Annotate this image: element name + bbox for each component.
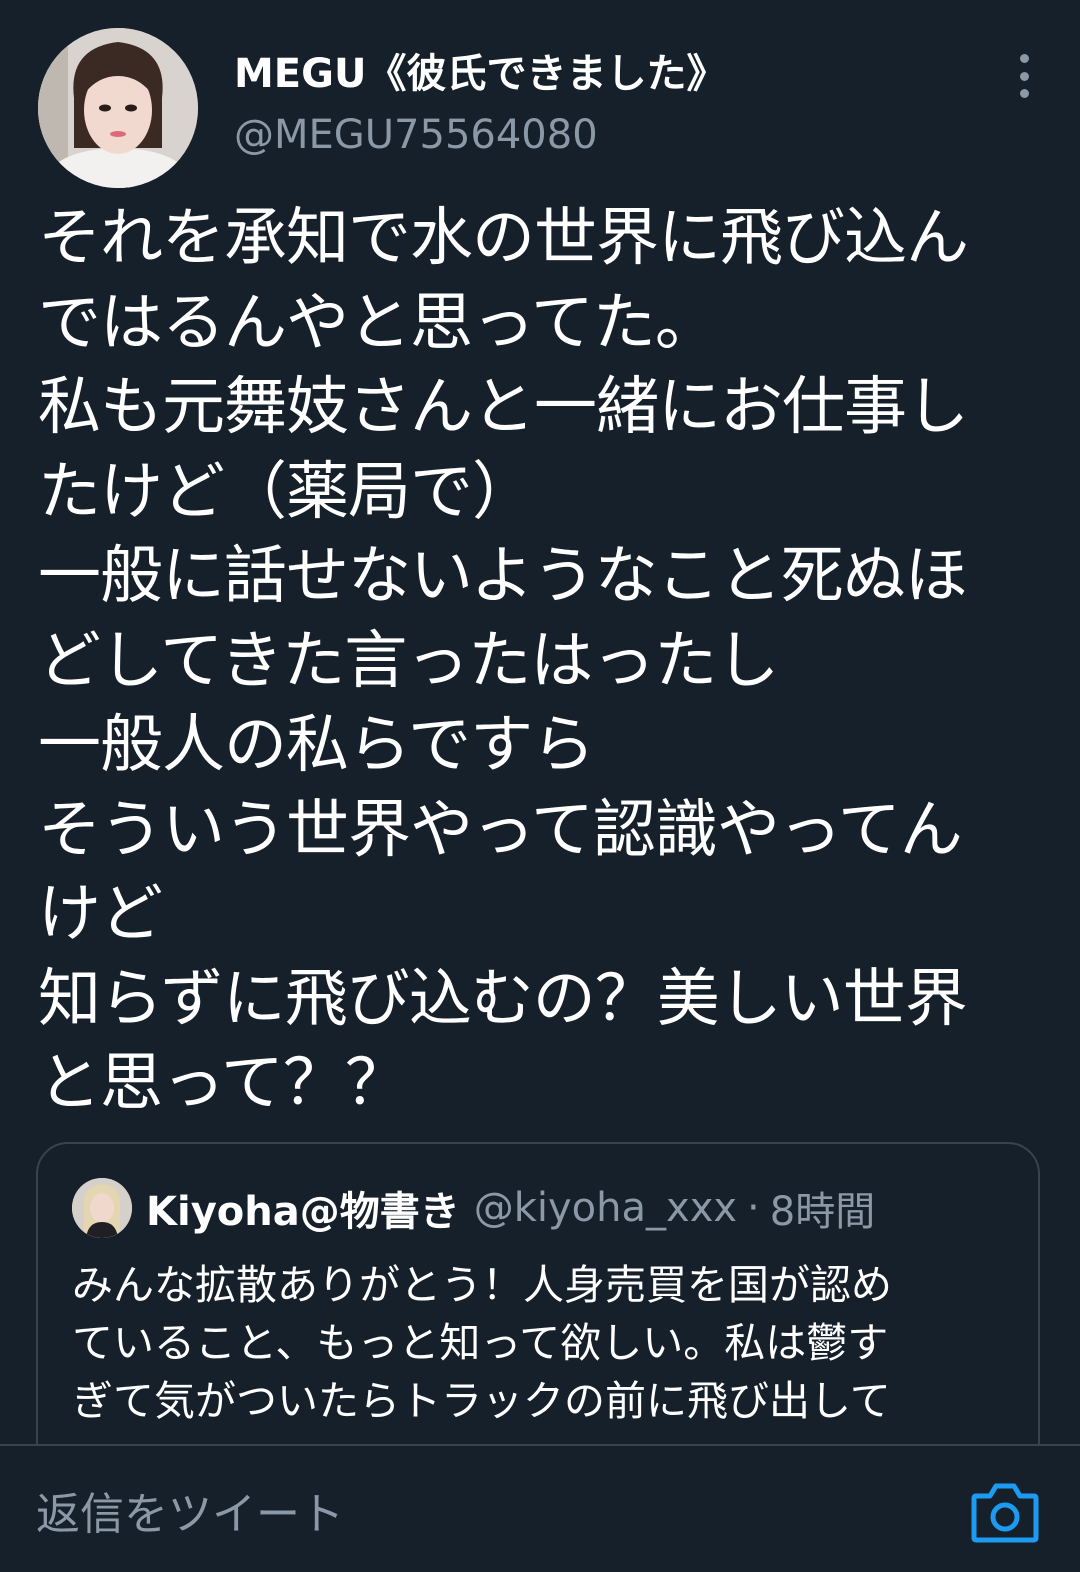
quoted-tweet-card[interactable]: Kiyoha@物書き @kiyoha_xxx · 8時間 みんな拡散ありがとう！… [36, 1142, 1040, 1482]
tweet-detail-page: MEGU《彼氏できました》 @MEGU75564080 それを承知で水の世界に飛… [0, 0, 1080, 1572]
quoted-avatar-photo [72, 1178, 132, 1238]
more-vertical-icon[interactable] [1006, 54, 1042, 98]
camera-icon[interactable] [970, 1482, 1040, 1544]
more-dot [1019, 54, 1029, 63]
quoted-text-line: みんな拡散ありがとう！人身売買を国が認め [72, 1261, 892, 1309]
separator-dot: · [747, 1185, 760, 1231]
tweet-text-line: ではるんやと思ってた。 [38, 285, 718, 359]
quoted-tweet-time: 8時間 [769, 1189, 876, 1235]
quoted-tweet-header: Kiyoha@物書き @kiyoha_xxx · 8時間 [72, 1178, 875, 1238]
tweet-text-line: 一般に話せないようなこと死ぬほ [38, 539, 968, 612]
author-avatar[interactable] [38, 28, 198, 188]
author-info: MEGU《彼氏できました》 @MEGU75564080 [234, 48, 726, 160]
tweet-text-line: どしてきた言ったはったし [38, 623, 779, 697]
quoted-author-avatar [72, 1178, 132, 1238]
tweet-text-line: と思って？？ [38, 1046, 408, 1119]
quoted-tweet-text: みんな拡散ありがとう！人身売買を国が認め ていること、もっと知って欲しい。私は鬱… [72, 1256, 1012, 1430]
reply-bar [0, 1444, 1080, 1572]
tweet-text-line: けど [38, 877, 163, 950]
tweet-text-line: 一般人の私らですら [38, 708, 595, 781]
quoted-text-line: ていること、もっと知って欲しい。私は鬱す [72, 1319, 889, 1367]
quoted-author-handle: @kiyoha_xxx [473, 1185, 738, 1231]
reply-input[interactable] [36, 1484, 916, 1544]
more-dot [1019, 89, 1029, 98]
author-display-name[interactable]: MEGU《彼氏できました》 [234, 48, 726, 100]
tweet-text-line: 私も元舞妓さんと一緒にお仕事し [38, 370, 969, 443]
tweet-text-line: たけど（薬局で） [38, 454, 535, 528]
tweet-header: MEGU《彼氏できました》 @MEGU75564080 [38, 28, 1042, 188]
author-handle[interactable]: @MEGU75564080 [234, 110, 726, 160]
more-dot [1019, 71, 1029, 81]
avatar-photo [38, 28, 198, 188]
tweet-text-line: そういう世界やって認識やってん [38, 792, 963, 866]
tweet-text: それを承知で水の世界に飛び込ん ではるんやと思ってた。 私も元舞妓さんと一緒にお… [38, 196, 1038, 1126]
tweet-text-line: それを承知で水の世界に飛び込ん [38, 201, 969, 274]
tweet-text-line: 知らずに飛び込むの？美しい世界 [38, 961, 968, 1035]
quoted-text-line: ぎて気がついたらトラックの前に飛び出して [72, 1377, 891, 1425]
quoted-author-name: Kiyoha@物書き [146, 1189, 460, 1235]
